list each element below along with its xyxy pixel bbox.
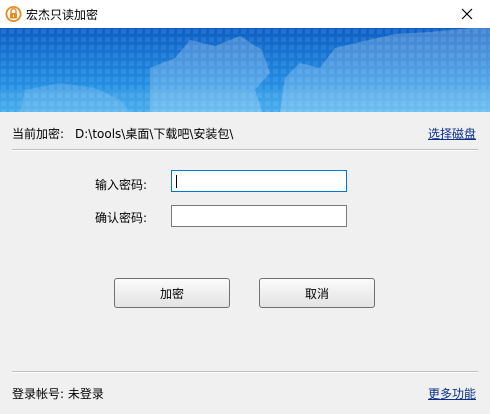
close-icon <box>461 8 473 20</box>
current-path-value: D:\tools\桌面\下载吧\安装包\ <box>75 127 234 141</box>
app-window: 宏杰只读加密 当前加密: D:\tools\桌面\下载吧\安装包\ 选择磁盘 输… <box>0 0 490 414</box>
world-map-graphic <box>0 28 490 112</box>
password-label: 输入密码: <box>95 178 148 192</box>
window-title: 宏杰只读加密 <box>26 8 99 22</box>
close-button[interactable] <box>444 0 490 28</box>
encrypt-button-label: 加密 <box>159 286 184 301</box>
cancel-button-label: 取消 <box>304 286 329 301</box>
title-bar: 宏杰只读加密 <box>0 0 490 28</box>
confirm-password-label: 确认密码: <box>95 211 148 225</box>
bottom-divider <box>12 371 478 373</box>
password-input[interactable] <box>171 170 347 192</box>
encrypt-button[interactable]: 加密 <box>114 278 230 308</box>
lock-icon <box>5 5 22 23</box>
confirm-password-input[interactable] <box>171 205 347 227</box>
more-features-link[interactable]: 更多功能 <box>428 385 476 402</box>
text-caret <box>176 175 177 188</box>
header-banner <box>0 28 490 112</box>
cancel-button[interactable]: 取消 <box>259 278 375 308</box>
current-path-label: 当前加密: <box>12 127 65 141</box>
select-disk-link[interactable]: 选择磁盘 <box>428 125 476 142</box>
login-status: 登录帐号: 未登录 <box>12 387 104 401</box>
top-divider <box>12 149 478 151</box>
current-path-row: 当前加密: D:\tools\桌面\下载吧\安装包\ 选择磁盘 <box>0 118 490 144</box>
